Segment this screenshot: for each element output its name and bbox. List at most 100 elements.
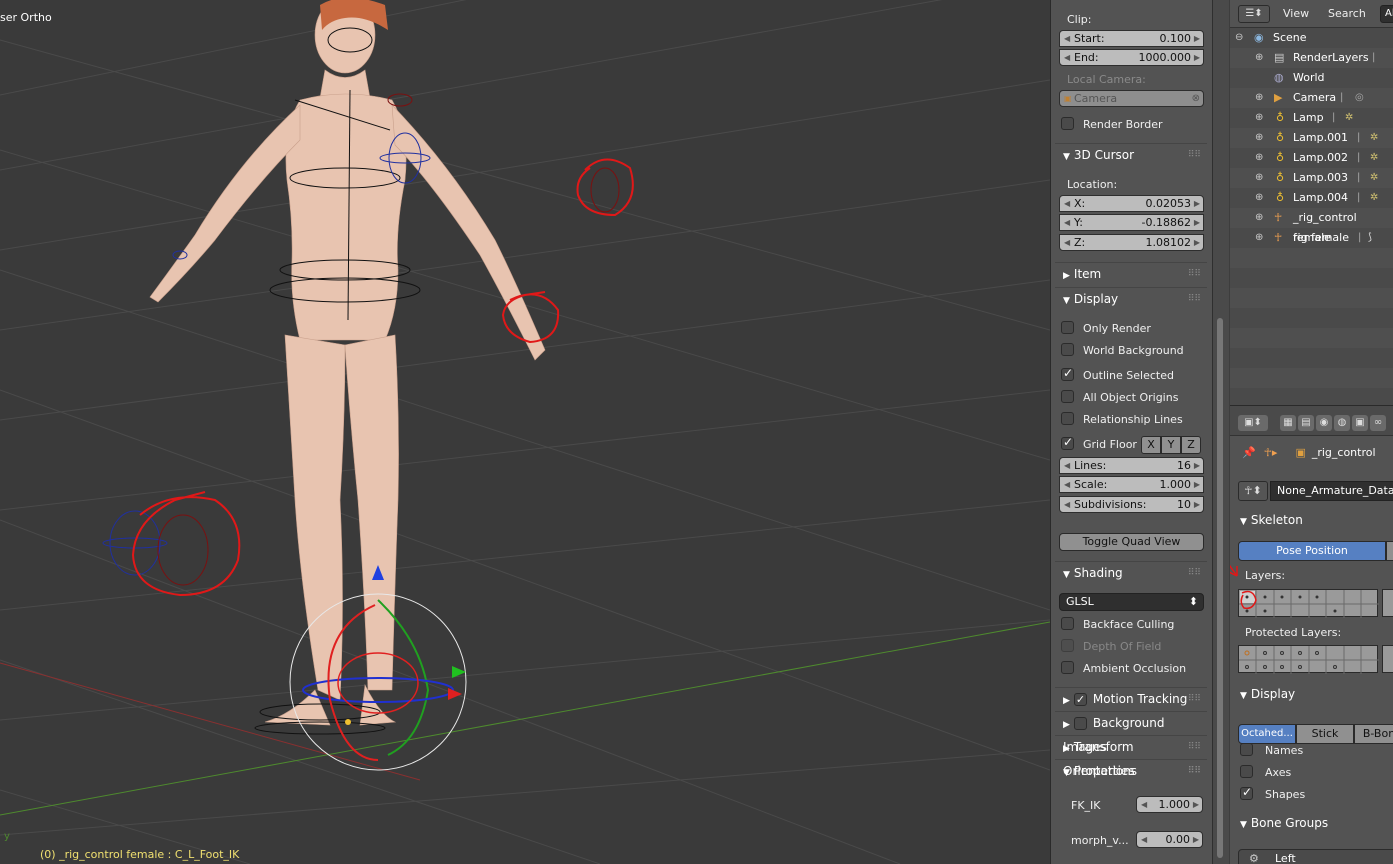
cursor-y-field[interactable]: ◀ Y: -0.18862 ▶ — [1059, 214, 1204, 231]
shapes-checkbox[interactable] — [1240, 785, 1253, 800]
view-label: ser Ortho — [0, 11, 52, 24]
axis-indicator: y — [4, 831, 10, 842]
world-tab-icon[interactable]: ◍ — [1334, 415, 1350, 431]
outliner-row-renderlayers[interactable]: ⊕ ▤ RenderLayers | — [1230, 48, 1393, 68]
display-octahedral-button[interactable]: Octahed... — [1238, 724, 1296, 744]
outliner-row-world[interactable]: ◍ World — [1230, 68, 1393, 88]
skeleton-header[interactable]: ▼ Skeleton — [1236, 509, 1393, 531]
editor-type-selector[interactable]: ▣⬍ — [1238, 415, 1268, 431]
render-tab-icon[interactable]: ▦ — [1280, 415, 1296, 431]
protected-layers-grid[interactable] — [1238, 645, 1379, 674]
panel-motion-tracking-header[interactable]: ▶ ✓ Motion Tracking ⠿⠿ — [1055, 687, 1207, 709]
panel-shading-header[interactable]: ▼ Shading ⠿⠿ — [1055, 561, 1207, 583]
outliner-display-mode[interactable]: Al — [1380, 5, 1393, 23]
renderlayers-icon: ▤ — [1274, 51, 1285, 64]
grid-axis-z-toggle[interactable]: Z — [1181, 436, 1201, 454]
outliner-row-lamp-003[interactable]: ⊕ ♁ Lamp.003 | ✲ — [1230, 168, 1393, 188]
grid-axis-y-toggle[interactable]: Y — [1161, 436, 1181, 454]
panel-background-images-header[interactable]: ▶ Background Images ⠿⠿ — [1055, 711, 1207, 754]
viewport-scene — [0, 0, 1050, 864]
panel-properties-header[interactable]: ▼ Properties ⠿⠿ — [1055, 759, 1207, 781]
context-path: 📌 ☥▸ ▣ _rig_control — [1242, 446, 1376, 459]
properties-editor: ▣⬍ ▦ ▤ ◉ ◍ ▣ ∞ 📌 ☥▸ ▣ _rig_control ☥⬍ None_… — [1230, 405, 1393, 864]
clip-end-field[interactable]: ◀ End: 1000.000 ▶ — [1059, 49, 1204, 66]
bone-group-left-item[interactable]: ⚙ Left — [1238, 849, 1393, 864]
3d-viewport[interactable]: ser Ortho y (0) _rig_control female : C_… — [0, 0, 1050, 864]
grid-subdivisions-field[interactable]: ◀ Subdivisions: 10 ▶ — [1059, 496, 1204, 513]
outliner-row-camera[interactable]: ⊕ ▶ Camera | ◎ — [1230, 88, 1393, 108]
fk-ik-field[interactable]: ◀ 1.000 ▶ — [1136, 796, 1203, 813]
armature-data-icon: ☥⬍ — [1238, 481, 1268, 501]
scene-tab-icon[interactable]: ◉ — [1316, 415, 1332, 431]
outliner-row-scene[interactable]: ⊖ ◉ Scene — [1230, 28, 1393, 48]
grid-floor-checkbox[interactable] — [1061, 435, 1074, 450]
ambient-occlusion-checkbox[interactable] — [1061, 661, 1074, 674]
panel-3d-cursor-header[interactable]: ▼ 3D Cursor ⠿⠿ — [1055, 143, 1207, 165]
outliner-menu-search[interactable]: Search — [1328, 7, 1366, 20]
object-icon: ▣ — [1295, 446, 1306, 459]
bone-layers-grid[interactable] — [1238, 589, 1379, 618]
grid-axis-x-toggle[interactable]: X — [1141, 436, 1161, 454]
panel-display-header[interactable]: ▼ Display ⠿⠿ — [1055, 287, 1207, 309]
clear-icon: ⊗ — [1191, 93, 1200, 104]
bone-layers-grid-extra[interactable] — [1382, 589, 1393, 617]
outliner-row-rig-female[interactable]: ⊕ ☥ rig female | ⟆ — [1230, 228, 1393, 248]
render-border-checkbox[interactable] — [1061, 117, 1074, 130]
bone-group-icon: ⚙ — [1249, 852, 1259, 864]
object-tab-icon[interactable]: ▣ — [1352, 415, 1368, 431]
grid-lines-field[interactable]: ◀ Lines: 16 ▶ — [1059, 457, 1204, 474]
all-object-origins-checkbox[interactable] — [1061, 390, 1074, 403]
rest-position-button[interactable] — [1386, 541, 1393, 561]
protected-layers-grid-extra[interactable] — [1382, 645, 1393, 673]
lamp-data-icon: ✲ — [1370, 172, 1379, 183]
ambient-occlusion-label: Ambient Occlusion — [1083, 662, 1187, 675]
outliner-row-lamp[interactable]: ⊕ ♁ Lamp | ✲ — [1230, 108, 1393, 128]
status-object-info: (0) _rig_control female : C_L_Foot_IK — [40, 848, 240, 861]
clip-start-field[interactable]: ◀ Start: 0.100 ▶ — [1059, 30, 1204, 47]
local-camera-field[interactable]: ▣ Camera ⊗ — [1059, 90, 1204, 107]
cursor-x-field[interactable]: ◀ X: 0.02053 ▶ — [1059, 195, 1204, 212]
backface-culling-checkbox[interactable] — [1061, 617, 1074, 630]
display-stick-button[interactable]: Stick — [1296, 724, 1354, 744]
bone-groups-header[interactable]: ▼ Bone Groups — [1236, 812, 1393, 834]
cursor-z-field[interactable]: ◀ Z: 1.08102 ▶ — [1059, 234, 1204, 251]
axis-y-label: y — [4, 831, 10, 842]
armature-data-selector[interactable]: ☥⬍ None_Armature_Data.0 — [1238, 481, 1393, 501]
only-render-label: Only Render — [1083, 322, 1151, 335]
dropdown-arrow-icon: ⬍ — [1188, 595, 1198, 608]
relationship-lines-checkbox[interactable] — [1061, 412, 1074, 425]
layers-grid-cells — [1239, 590, 1379, 618]
names-checkbox[interactable] — [1240, 743, 1253, 756]
world-background-checkbox[interactable] — [1061, 343, 1074, 356]
only-render-checkbox[interactable] — [1061, 321, 1074, 334]
pose-position-button[interactable]: Pose Position — [1238, 541, 1386, 561]
outliner-row-lamp-001[interactable]: ⊕ ♁ Lamp.001 | ✲ — [1230, 128, 1393, 148]
display-bbone-button[interactable]: B-Bon — [1354, 724, 1393, 744]
protected-layers-label: Protected Layers: — [1245, 626, 1342, 639]
outline-selected-label: Outline Selected — [1083, 369, 1174, 382]
lamp-data-icon: ✲ — [1345, 112, 1354, 123]
axes-checkbox[interactable] — [1240, 765, 1253, 778]
toggle-quad-view-button[interactable]: Toggle Quad View — [1059, 533, 1204, 551]
n-panel-scrollbar[interactable] — [1212, 0, 1229, 864]
outline-selected-checkbox[interactable] — [1061, 366, 1074, 381]
display-header[interactable]: ▼ Display — [1236, 683, 1393, 705]
renderlayers-tab-icon[interactable]: ▤ — [1298, 415, 1314, 431]
shapes-label: Shapes — [1265, 788, 1306, 801]
layers-label: Layers: — [1245, 569, 1286, 582]
outliner-row-lamp-004[interactable]: ⊕ ♁ Lamp.004 | ✲ — [1230, 188, 1393, 208]
outliner-row-lamp-002[interactable]: ⊕ ♁ Lamp.002 | ✲ — [1230, 148, 1393, 168]
editor-type-selector[interactable]: ☰⬍ — [1238, 5, 1270, 23]
outliner-row-rig-control-female[interactable]: ⊕ ☥ _rig_control female — [1230, 208, 1393, 244]
outliner-menu-view[interactable]: View — [1283, 7, 1309, 20]
armature-icon: ☥ — [1274, 211, 1283, 224]
grid-scale-field[interactable]: ◀ Scale: 1.000 ▶ — [1059, 476, 1204, 493]
shading-mode-dropdown[interactable]: GLSL ⬍ — [1059, 593, 1204, 611]
morph-field[interactable]: ◀ 0.00 ▶ — [1136, 831, 1203, 848]
background-images-checkbox — [1073, 717, 1087, 730]
panel-transform-orientations-header[interactable]: ▶ Transform Orientations ⠿⠿ — [1055, 735, 1207, 778]
constraints-tab-icon[interactable]: ∞ — [1370, 415, 1386, 431]
depth-of-field-checkbox[interactable] — [1061, 639, 1074, 652]
clip-label: Clip: — [1067, 13, 1092, 26]
panel-item-header[interactable]: ▶ Item ⠿⠿ — [1055, 262, 1207, 284]
